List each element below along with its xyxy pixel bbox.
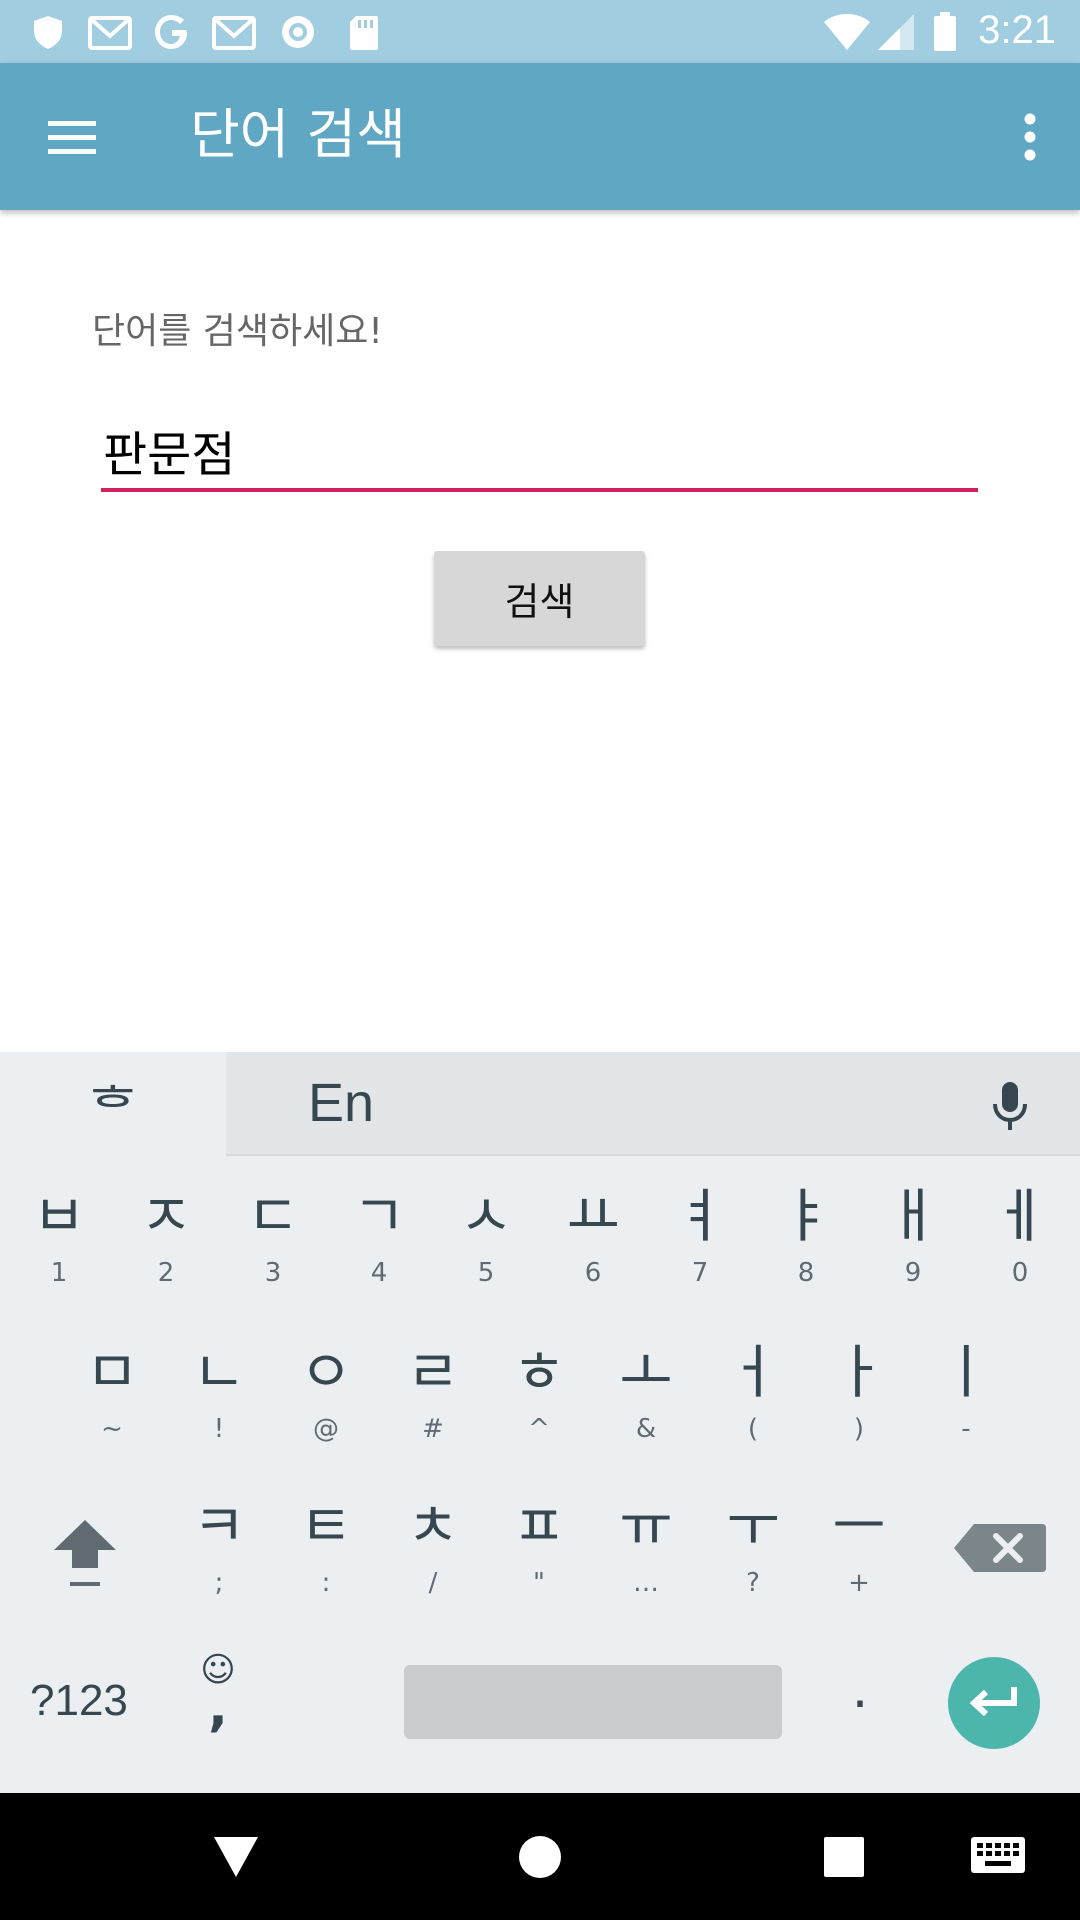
gmail-icon (212, 16, 256, 50)
microphone-icon[interactable] (990, 1080, 1030, 1132)
key-yu[interactable]: ㅠ… (593, 1490, 699, 1640)
key-eu[interactable]: ㅡ + (806, 1490, 912, 1640)
status-bar: 3:21 (0, 0, 1080, 63)
key-s[interactable]: ㅅ5 (433, 1180, 539, 1330)
key-e[interactable]: ㅔ0 (967, 1180, 1073, 1330)
key-eo[interactable]: ㅓ( (700, 1336, 806, 1486)
navigation-bar (0, 1793, 1080, 1920)
overflow-menu-button[interactable] (1000, 99, 1060, 175)
key-n[interactable]: ㄴ! (166, 1336, 272, 1486)
home-button[interactable] (508, 1825, 572, 1889)
hamburger-menu-icon (48, 121, 96, 154)
backspace-icon (954, 1524, 1046, 1572)
emoji-comma-key[interactable]: ☺ , (188, 1650, 248, 1750)
period-key[interactable]: . (840, 1660, 880, 1720)
key-yeo[interactable]: ㅕ7 (647, 1180, 753, 1330)
key-i[interactable]: ㅣ- (913, 1336, 1019, 1486)
search-prompt-label: 단어를 검색하세요! (92, 311, 383, 352)
key-k[interactable]: ㅋ; (166, 1490, 272, 1640)
enter-key[interactable] (948, 1657, 1040, 1749)
keyboard-switch-icon (971, 1837, 1025, 1873)
recents-button[interactable] (812, 1825, 876, 1889)
hangul-mode-tab[interactable]: ᄒ (0, 1052, 226, 1156)
menu-button[interactable] (24, 99, 120, 175)
record-icon (282, 16, 314, 48)
app-bar: 단어 검색 (0, 63, 1080, 210)
comma-label: , (208, 1678, 228, 1738)
key-g[interactable]: ㄱ4 (326, 1180, 432, 1330)
key-h[interactable]: ㅎ ^ (486, 1336, 592, 1486)
key-p[interactable]: ㅍ " (486, 1490, 592, 1640)
space-key[interactable] (404, 1665, 782, 1739)
page-title: 단어 검색 (190, 103, 406, 166)
sd-card-icon (350, 16, 378, 50)
key-ch[interactable]: ㅊ / (380, 1490, 486, 1640)
key-o[interactable]: ㅗ & (593, 1336, 699, 1486)
google-icon (155, 15, 187, 49)
key-r[interactable]: ㄹ # (380, 1336, 486, 1486)
wifi-icon (824, 14, 870, 50)
home-icon (519, 1836, 561, 1878)
english-language-key[interactable]: En (308, 1072, 374, 1134)
key-m[interactable]: ㅁ ~ (59, 1336, 165, 1486)
shift-icon (54, 1520, 116, 1586)
key-ng[interactable]: ㅇ @ (273, 1336, 379, 1486)
status-time: 3:21 (978, 8, 1056, 52)
gmail-icon (88, 16, 132, 50)
key-ae[interactable]: ㅐ9 (860, 1180, 966, 1330)
cell-signal-icon (878, 14, 914, 50)
language-bar: En (226, 1052, 1080, 1156)
key-a[interactable]: ㅏ) (806, 1336, 912, 1486)
more-vert-icon (1024, 113, 1036, 161)
key-u[interactable]: ㅜ? (700, 1490, 806, 1640)
key-yo[interactable]: ㅛ6 (540, 1180, 646, 1330)
symbols-key[interactable]: ?123 (30, 1676, 128, 1726)
battery-icon (934, 12, 956, 51)
enter-arrow-icon (969, 1687, 1017, 1717)
key-ya[interactable]: ㅑ8 (753, 1180, 859, 1330)
keyboard-switch-button[interactable] (966, 1825, 1030, 1889)
back-button[interactable] (204, 1825, 268, 1889)
keyboard-top-bar: ᄒ En (0, 1052, 1080, 1156)
back-icon (214, 1837, 258, 1877)
recents-icon (824, 1837, 864, 1877)
shield-icon (34, 16, 62, 49)
key-b[interactable]: ㅂ1 (6, 1180, 112, 1330)
search-input[interactable] (101, 412, 978, 492)
key-t[interactable]: ㅌ: (273, 1490, 379, 1640)
search-button[interactable]: 검색 (434, 551, 645, 646)
key-d[interactable]: ㄷ3 (220, 1180, 326, 1330)
backspace-key[interactable] (950, 1520, 1050, 1576)
key-j[interactable]: ㅈ2 (113, 1180, 219, 1330)
shift-key[interactable] (40, 1498, 130, 1598)
